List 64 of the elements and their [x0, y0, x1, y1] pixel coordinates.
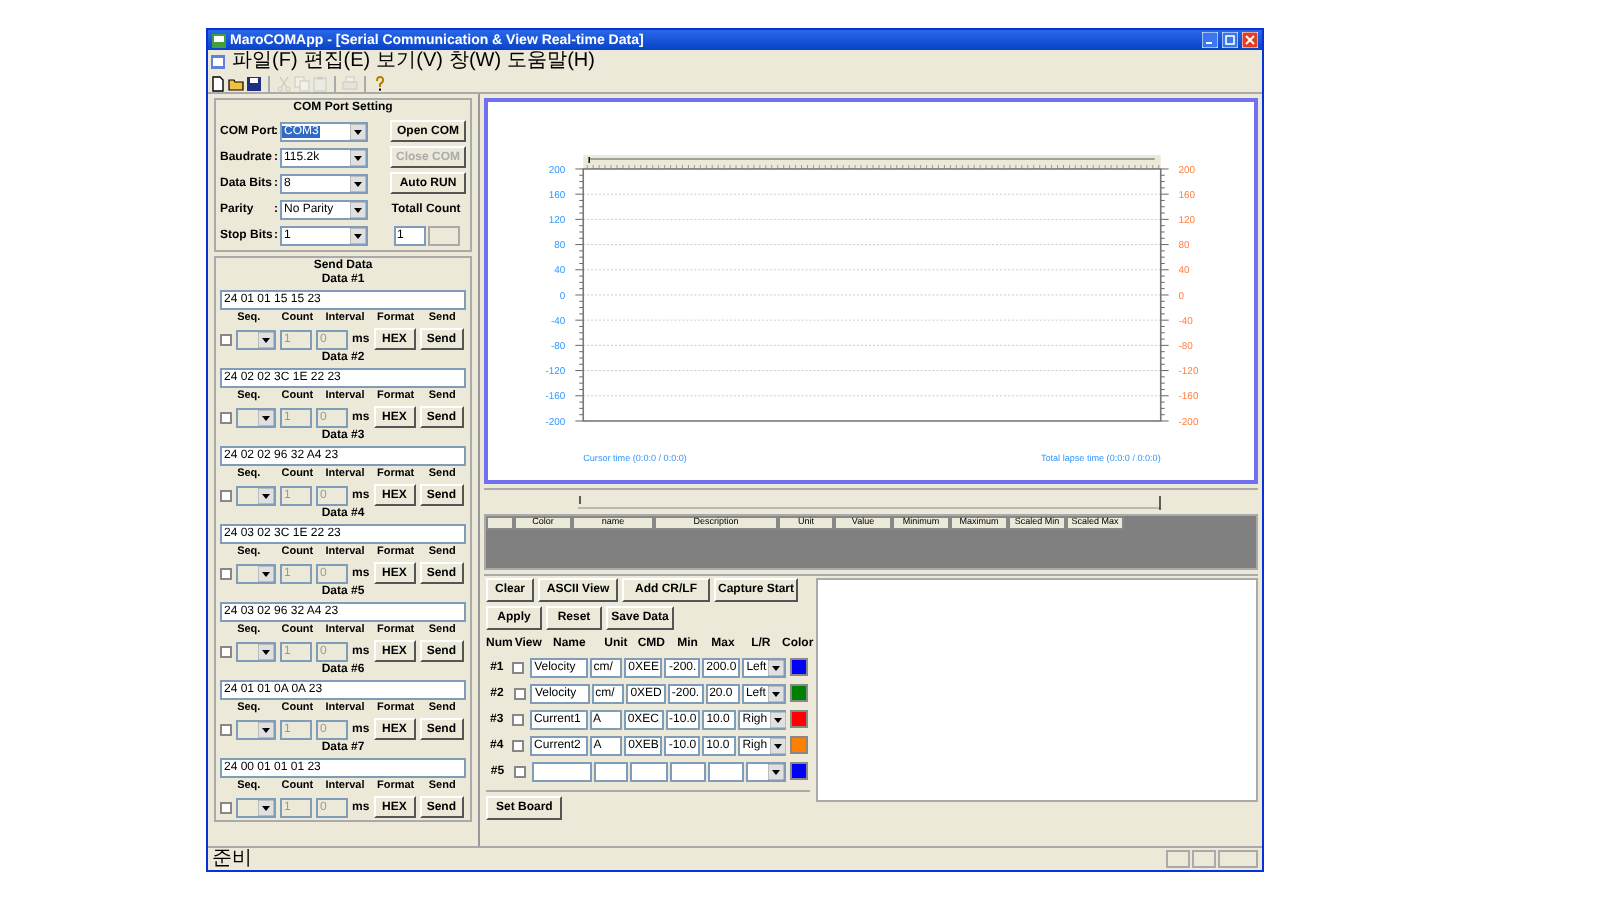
- sequence-dropdown[interactable]: [236, 329, 276, 349]
- new-file-icon[interactable]: [210, 75, 226, 91]
- sequence-dropdown[interactable]: [236, 563, 276, 583]
- unit-field[interactable]: [594, 761, 629, 781]
- dropdown-arrow-icon: [350, 123, 366, 139]
- dropdown-arrow-icon: [350, 149, 366, 165]
- color-swatch[interactable]: [790, 710, 809, 728]
- max-field[interactable]: [707, 761, 744, 781]
- maximize-icon[interactable]: [1222, 32, 1238, 48]
- color-swatch[interactable]: [790, 736, 809, 754]
- dropdown-arrow-icon: [258, 409, 274, 425]
- help-icon[interactable]: [372, 75, 388, 91]
- dropdown-arrow-icon: [767, 685, 784, 701]
- checkbox[interactable]: [220, 567, 232, 579]
- horizontal-scrollbar[interactable]: [576, 492, 1166, 512]
- checkbox[interactable]: [513, 687, 526, 699]
- sequence-dropdown[interactable]: [236, 641, 276, 661]
- dropdown-arrow-icon: [258, 565, 274, 581]
- dropdown-arrow-icon: [350, 201, 366, 217]
- checkbox[interactable]: [220, 645, 232, 657]
- dropdown-arrow-icon: [258, 799, 274, 815]
- minimize-icon[interactable]: [1202, 32, 1218, 48]
- checkbox[interactable]: [220, 801, 232, 813]
- dropdown-arrow-icon: [258, 487, 274, 503]
- count-field: [427, 225, 459, 245]
- color-swatch[interactable]: [789, 762, 808, 780]
- checkbox[interactable]: [512, 713, 525, 725]
- dropdown-arrow-icon: [769, 737, 786, 753]
- dropdown-arrow-icon: [768, 659, 785, 675]
- checkbox[interactable]: [512, 739, 525, 751]
- dropdown-arrow-icon: [350, 175, 366, 191]
- checkbox[interactable]: [512, 661, 525, 673]
- status-text: 준비: [212, 849, 252, 869]
- menu-item[interactable]: 파일(F): [232, 52, 298, 72]
- checkbox[interactable]: [220, 489, 232, 501]
- sequence-dropdown[interactable]: [236, 797, 276, 817]
- dropdown-arrow-icon: [258, 721, 274, 737]
- dropdown-arrow-icon: [769, 711, 786, 727]
- checkbox[interactable]: [514, 765, 527, 777]
- close-icon[interactable]: [1242, 32, 1258, 48]
- menu-item[interactable]: 편집(E): [303, 52, 371, 72]
- menu-item[interactable]: 도움말(H): [507, 52, 595, 72]
- name-field[interactable]: [532, 761, 593, 781]
- menu-item[interactable]: 보기(V): [376, 52, 443, 72]
- folder-icon[interactable]: [228, 75, 244, 91]
- dropdown-arrow-icon: [258, 331, 274, 347]
- dropdown-arrow-icon: [258, 643, 274, 659]
- checkbox[interactable]: [220, 333, 232, 345]
- checkbox[interactable]: [220, 723, 232, 735]
- color-swatch[interactable]: [790, 658, 809, 676]
- app-icon: [212, 33, 226, 47]
- sequence-dropdown[interactable]: [236, 407, 276, 427]
- command-field[interactable]: [630, 761, 668, 781]
- dropdown-arrow-icon: [350, 227, 366, 243]
- side-dropdown[interactable]: [745, 761, 786, 781]
- document-icon[interactable]: [210, 54, 226, 70]
- sequence-dropdown[interactable]: [236, 719, 276, 739]
- menu-item[interactable]: 창(W): [448, 52, 502, 72]
- min-field[interactable]: [669, 761, 706, 781]
- checkbox[interactable]: [220, 411, 232, 423]
- time-scrollbar[interactable]: [583, 155, 1161, 170]
- dropdown-arrow-icon: [767, 763, 784, 779]
- sequence-dropdown[interactable]: [236, 485, 276, 505]
- color-swatch[interactable]: [789, 684, 808, 702]
